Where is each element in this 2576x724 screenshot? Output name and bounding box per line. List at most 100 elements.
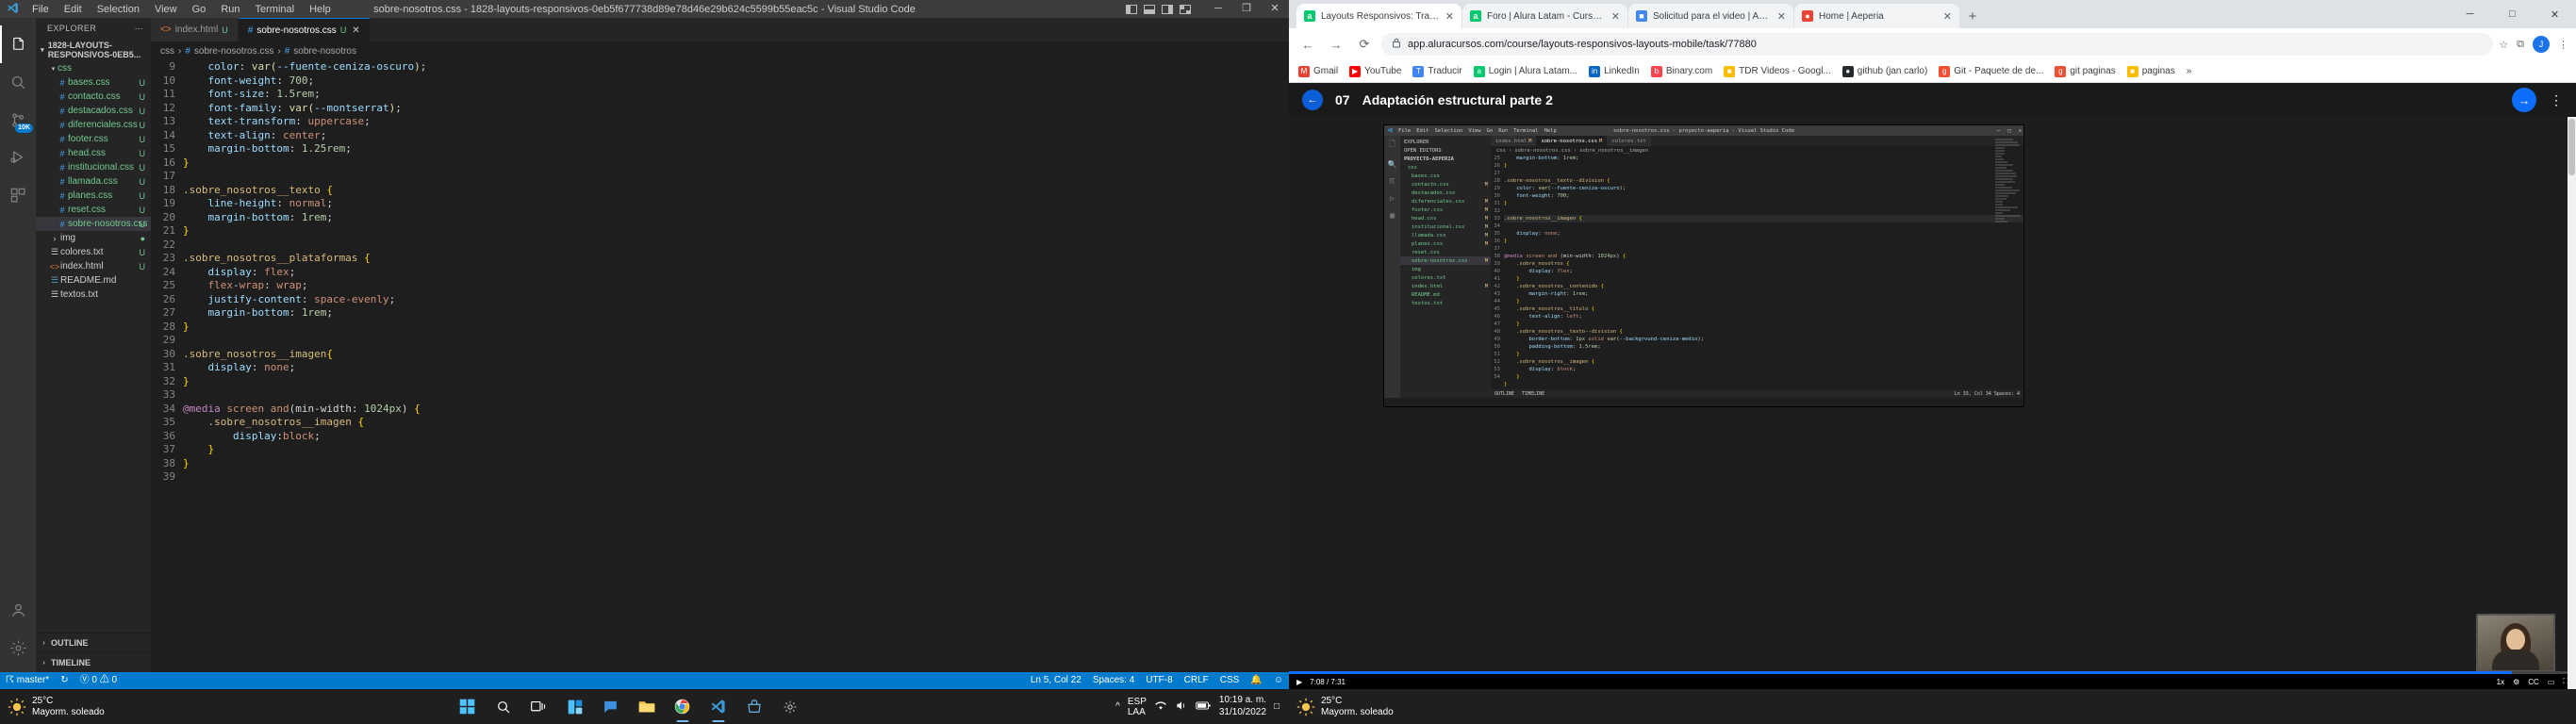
taskbar-weather-widget-right[interactable]: 25°C Mayorm. soleado xyxy=(1289,696,1430,718)
taskbar-clock[interactable]: 10:19 a. m. 31/10/2022 xyxy=(1219,695,1266,718)
explorer-more-icon[interactable]: ⋯ xyxy=(135,24,143,34)
taskbar-search-icon[interactable] xyxy=(486,689,521,724)
customize-layout-icon[interactable] xyxy=(1180,5,1191,14)
status-encoding[interactable]: UTF-8 xyxy=(1140,672,1178,689)
menu-terminal[interactable]: Terminal xyxy=(248,4,303,15)
toggle-secondary-sidebar-icon[interactable] xyxy=(1162,5,1173,14)
tab-close-icon[interactable]: ✕ xyxy=(1777,10,1786,23)
tab-close-icon[interactable]: ✕ xyxy=(1445,10,1454,23)
activity-explorer-icon[interactable] xyxy=(0,25,36,63)
code-content[interactable]: color: var(--fuente-ceniza-oscuro); font… xyxy=(183,60,1289,672)
lesson-back-button[interactable]: ← xyxy=(1302,90,1323,110)
tree-item-colores-txt[interactable]: ☰ colores.txt U xyxy=(36,245,151,259)
activity-bar-bottom[interactable] xyxy=(0,591,36,672)
activity-bar[interactable]: 10K xyxy=(0,18,36,672)
browser-tab-3[interactable]: ● Home | Aeperia ✕ xyxy=(1794,4,1959,28)
status-eol[interactable]: CRLF xyxy=(1179,672,1214,689)
menu-help[interactable]: Help xyxy=(302,4,339,15)
tab-sobre-nosotros-css[interactable]: # sobre-nosotros.css U ✕ xyxy=(239,18,371,41)
vscode-window-controls[interactable]: ─ ❐ ✕ xyxy=(1126,0,1289,18)
tree-file-destacados-css[interactable]: # destacados.css U xyxy=(36,104,151,118)
lesson-menu-icon[interactable]: ⋮ xyxy=(2550,92,2563,108)
tab-index-html[interactable]: <> index.html U xyxy=(151,18,239,41)
video-settings-icon[interactable]: ⚙ xyxy=(2513,678,2519,686)
explorer-file-list[interactable]: # bases.css U # contacto.css U # destacados.css… xyxy=(36,75,151,231)
profile-avatar[interactable]: J xyxy=(2533,36,2550,53)
settings-icon[interactable] xyxy=(772,689,808,724)
status-notifications-icon[interactable]: 🔔 xyxy=(1245,672,1267,689)
status-cursor-position[interactable]: Ln 5, Col 22 xyxy=(1025,672,1087,689)
menu-selection[interactable]: Selection xyxy=(90,4,147,15)
task-view-icon[interactable] xyxy=(521,689,557,724)
page-scrollbar[interactable] xyxy=(2568,117,2576,689)
restore-button[interactable]: ❐ xyxy=(1232,0,1261,18)
bookmark-5[interactable]: b Binary.com xyxy=(1651,66,1712,77)
tree-file-institucional-css[interactable]: # institucional.css U xyxy=(36,160,151,174)
menu-go[interactable]: Go xyxy=(185,4,214,15)
tree-item-img[interactable]: › img ● xyxy=(36,231,151,245)
video-captions-icon[interactable]: CC xyxy=(2528,678,2539,686)
code-editor[interactable]: 9 10 11 12 13 14 15 16 17 18 19 20 21 22… xyxy=(151,60,1289,672)
minimize-button[interactable]: ─ xyxy=(1204,0,1232,18)
browser-tab-0[interactable]: a Layouts Responsivos: Trabajand ✕ xyxy=(1296,4,1461,28)
menu-run[interactable]: Run xyxy=(213,4,247,15)
status-language-mode[interactable]: CSS xyxy=(1214,672,1246,689)
bookmark-2[interactable]: T Traducir xyxy=(1412,66,1461,77)
explorer-root-folder[interactable]: ▾ 1828-LAYOUTS-RESPONSIVOS-0EB5... xyxy=(36,39,151,61)
status-problems[interactable]: Ⓥ 0 ⚠ 0 xyxy=(74,672,123,689)
tree-file-reset-css[interactable]: # reset.css U xyxy=(36,203,151,217)
section-timeline[interactable]: › TIMELINE xyxy=(36,652,151,672)
microsoft-store-icon[interactable] xyxy=(736,689,772,724)
bookmark-10[interactable]: ■ paginas xyxy=(2127,66,2175,77)
chrome-tab-strip[interactable]: aLayouts Responsivos: Trabajand✕aForo | … xyxy=(1289,0,2576,28)
course-page[interactable]: ← 07 Adaptación estructural parte 2 → ⋮ … xyxy=(1289,83,2576,689)
bookmark-4[interactable]: in LinkedIn xyxy=(1589,66,1640,77)
video-theater-icon[interactable]: ▭ xyxy=(2548,678,2555,686)
chrome-close-button[interactable]: ✕ xyxy=(2534,0,2576,28)
vscode-taskbar-icon[interactable] xyxy=(701,689,736,724)
lesson-header-actions[interactable]: → ⋮ xyxy=(2512,88,2563,112)
chrome-window-controls[interactable]: ─ □ ✕ xyxy=(2449,0,2576,28)
activity-extensions-icon[interactable] xyxy=(0,176,36,214)
bookmark-0[interactable]: M Gmail xyxy=(1298,66,1338,77)
editor-tabs[interactable]: <> index.html U # sobre-nosotros.css U ✕ xyxy=(151,18,1289,41)
tree-file-contacto-css[interactable]: # contacto.css U xyxy=(36,90,151,104)
tree-file-bases-css[interactable]: # bases.css U xyxy=(36,75,151,90)
toggle-primary-sidebar-icon[interactable] xyxy=(1126,5,1137,14)
status-feedback-icon[interactable]: ☺ xyxy=(1268,672,1289,689)
section-outline[interactable]: › OUTLINE xyxy=(36,633,151,652)
reload-button-icon[interactable]: ⟳ xyxy=(1353,33,1376,56)
status-branch[interactable]: ☈ master* xyxy=(0,672,55,689)
new-tab-button[interactable]: + xyxy=(1960,4,1985,28)
breadcrumb-file[interactable]: sobre-nosotros.css xyxy=(194,46,273,57)
system-tray[interactable]: ^ ESP LAA 10:19 a. m. 31/10/2022 □ xyxy=(1115,695,1289,718)
tree-item-README-md[interactable]: ☰ README.md xyxy=(36,273,151,288)
browser-tab-1[interactable]: aForo | Alura Latam - Cursos onli✕ xyxy=(1462,4,1627,28)
tree-folder-css[interactable]: ▾ css xyxy=(36,61,151,75)
vscode-layout-toggles[interactable] xyxy=(1126,5,1191,14)
menu-edit[interactable]: Edit xyxy=(57,4,90,15)
breadcrumb[interactable]: css › # sobre-nosotros.css › # sobre-nos… xyxy=(151,41,1289,60)
bookmark-6[interactable]: ■ TDR Videos - Googl... xyxy=(1724,66,1831,77)
windows-taskbar-left[interactable]: 25°C Mayorm. soleado ^ ESP LAA 10:19 a. … xyxy=(0,689,1289,724)
breadcrumb-symbol[interactable]: sobre-nosotros xyxy=(293,46,356,57)
bookmark-9[interactable]: g git paginas xyxy=(2055,66,2115,77)
video-controls-right[interactable]: 1x ⚙ CC ▭ ⛶ xyxy=(2497,677,2568,686)
tree-item-index-html[interactable]: <> index.html U xyxy=(36,259,151,273)
vscode-menubar[interactable]: File Edit Selection View Go Run Terminal… xyxy=(25,4,339,15)
bookmark-8[interactable]: g Git - Paquete de de... xyxy=(1939,66,2043,77)
breadcrumb-css[interactable]: css xyxy=(160,46,174,57)
activity-run-debug-icon[interactable] xyxy=(0,139,36,176)
video-controls[interactable]: ▶ 7:08 / 7:31 1x ⚙ CC ▭ ⛶ xyxy=(1289,674,2576,689)
bookmarks-bar[interactable]: M Gmail ▶ YouTube T Traducir a Login | Alura La… xyxy=(1289,60,2576,83)
windows-taskbar-right[interactable]: 25°C Mayorm. soleado xyxy=(1289,689,2576,724)
chrome-toolbar[interactable]: ← → ⟳ app.aluracursos.com/course/layouts… xyxy=(1289,28,2576,60)
widgets-icon[interactable] xyxy=(557,689,593,724)
bookmark-11[interactable]: » xyxy=(2187,66,2192,76)
activity-source-control-icon[interactable]: 10K xyxy=(0,101,36,139)
chrome-menu-icon[interactable]: ⋮ xyxy=(2558,39,2568,51)
browser-tab-2[interactable]: ■ Solicitud para el video | Adaptac ✕ xyxy=(1628,4,1793,28)
tab-close-icon[interactable]: ✕ xyxy=(1611,10,1620,23)
chrome-maximize-button[interactable]: □ xyxy=(2491,0,2534,28)
omnibox-actions[interactable]: ☆ ⧉ J ⋮ xyxy=(2499,36,2568,53)
